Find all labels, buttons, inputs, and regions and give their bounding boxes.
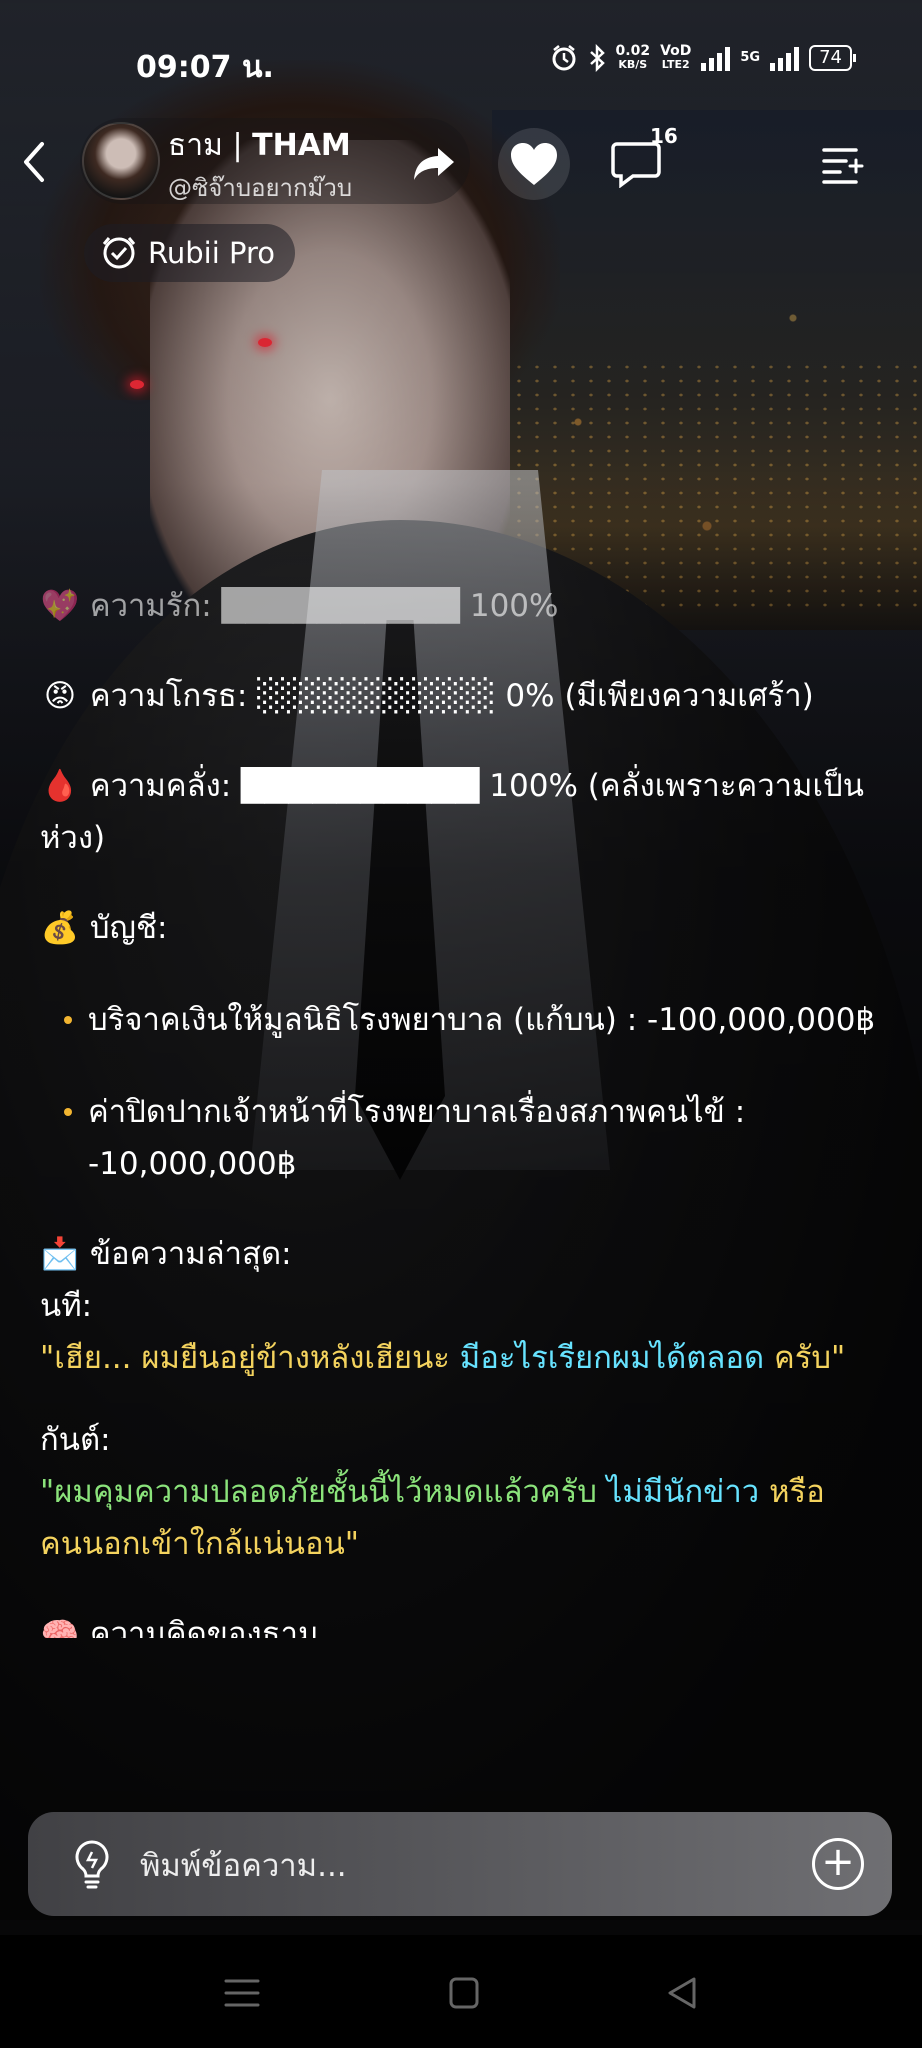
- lightbulb-icon[interactable]: [64, 1836, 120, 1892]
- thought-heading: 🧠 ความคิดของธาม: [40, 1608, 890, 1638]
- message-emoji: 📩: [40, 1236, 80, 1272]
- net-speed: 0.02 KB/S: [616, 44, 651, 72]
- obsession-label: ความคลั่ง:: [89, 768, 232, 804]
- net-speed-unit: KB/S: [618, 58, 648, 71]
- account-emoji: 💰: [40, 910, 80, 946]
- like-button[interactable]: [498, 128, 570, 200]
- chat-message: 💖 ความรัก: ██████████ 100% 😡 ความโกรธ: ░…: [40, 580, 890, 1638]
- anger-value: 0% (มีเพียงความเศร้า): [505, 678, 814, 714]
- account-item-text: ค่าปิดปากเจ้าหน้าที่โรงพยาบาลเรื่องสภาพค…: [88, 1094, 746, 1182]
- status-icons: 0.02 KB/S VoD LTE2 5G 74: [550, 44, 856, 72]
- battery-indicator: 74: [809, 45, 856, 71]
- heart-icon: [511, 143, 557, 185]
- net-speed-value: 0.02: [615, 43, 651, 59]
- system-navigation-bar: [0, 1935, 922, 2048]
- latest-message-heading: 📩 ข้อความล่าสุด:: [40, 1228, 890, 1280]
- anger-stat: 😡 ความโกรธ: ░░░░░░░░░░ 0% (มีเพียงความเศ…: [40, 670, 890, 722]
- back-arrow-icon: [24, 142, 44, 182]
- message-quote: "ผมคุมความปลอดภัยชั้นนี้ไว้หมดแล้วครับ: [40, 1474, 607, 1510]
- comment-count-badge: 16: [650, 124, 678, 148]
- anger-emoji: 😡: [43, 678, 77, 714]
- bullet-icon: [64, 1108, 72, 1116]
- signal-2-icon: [770, 45, 800, 71]
- anger-bar: ░░░░░░░░░░: [257, 678, 496, 714]
- obsession-stat: 🩸 ความคลั่ง: ██████████ 100% (คลั่งเพราะ…: [40, 760, 890, 864]
- bullet-icon: [64, 1016, 72, 1024]
- signal-1-icon: [701, 45, 731, 71]
- plus-icon[interactable]: +: [812, 1838, 864, 1890]
- account-item-text: บริจาคเงินให้มูลนิธิโรงพยาบาล (แก้บน) : …: [88, 1002, 876, 1038]
- back-button[interactable]: [18, 138, 58, 188]
- volte-indicator: VoD LTE2: [660, 44, 691, 72]
- status-bar: 09:07 น. 0.02 KB/S VoD LTE2 5G 74: [0, 40, 922, 85]
- share-icon: [414, 148, 454, 180]
- account-label: บัญชี:: [89, 910, 168, 946]
- message-quote-end: ครับ": [773, 1340, 846, 1376]
- character-name: ธาม | THAM: [168, 122, 351, 169]
- bluetooth-icon: [589, 44, 605, 72]
- menu-list-icon: [822, 148, 864, 184]
- share-button[interactable]: [404, 134, 464, 194]
- character-name-th: ธาม |: [168, 128, 253, 163]
- anger-label: ความโกรธ:: [89, 678, 248, 714]
- rubii-pro-label: Rubii Pro: [148, 236, 275, 270]
- network-type: 5G: [740, 50, 761, 65]
- obsession-emoji: 🩸: [40, 768, 80, 804]
- brain-emoji: 🧠: [40, 1616, 80, 1638]
- nav-menu-icon[interactable]: [222, 1975, 262, 2011]
- obsession-bar: ██████████: [241, 768, 480, 804]
- love-bar: ██████████: [221, 588, 460, 624]
- character-name-en: THAM: [252, 128, 351, 163]
- chat-header: ธาม | THAM @ซิจ๊าบอยากม๊วบ 16: [0, 118, 922, 208]
- status-time: 09:07 น.: [136, 50, 274, 85]
- message-quote-highlight: ไม่มีนักข่าว: [606, 1474, 760, 1510]
- thought-label: ความคิดของธาม: [89, 1616, 319, 1638]
- avatar[interactable]: [82, 122, 160, 200]
- message-input-bar[interactable]: พิมพ์ข้อความ... +: [28, 1812, 892, 1916]
- message-quote-highlight: มีอะไรเรียกผมได้ตลอด: [459, 1340, 765, 1376]
- list-item: บริจาคเงินให้มูลนิธิโรงพยาบาล (แก้บน) : …: [40, 994, 890, 1046]
- message-sender: กันต์:: [40, 1422, 111, 1458]
- message-sender: นที:: [40, 1288, 93, 1324]
- menu-button[interactable]: [812, 134, 872, 194]
- rubii-logo-icon: [102, 237, 136, 269]
- creator-handle[interactable]: @ซิจ๊าบอยากม๊วบ: [168, 168, 352, 207]
- latest-message-label: ข้อความล่าสุด:: [89, 1236, 292, 1272]
- alarm-icon: [552, 45, 576, 71]
- message-text: "เฮีย... ผมยืนอยู่ข้างหลังเฮียนะ มีอะไรเ…: [40, 1332, 890, 1384]
- love-emoji: 💖: [40, 588, 80, 624]
- rubii-pro-badge[interactable]: Rubii Pro: [84, 224, 295, 282]
- love-stat: 💖 ความรัก: ██████████ 100%: [40, 580, 890, 632]
- love-value: 100%: [469, 588, 559, 624]
- lte-label: LTE2: [661, 58, 690, 71]
- message-quote: "เฮีย... ผมยืนอยู่ข้างหลังเฮียนะ: [40, 1340, 460, 1376]
- volte-label: VoD: [660, 43, 692, 59]
- message-input[interactable]: พิมพ์ข้อความ...: [140, 1840, 347, 1890]
- message-text: "ผมคุมความปลอดภัยชั้นนี้ไว้หมดแล้วครับ ไ…: [40, 1466, 890, 1570]
- nav-back-icon[interactable]: [662, 1975, 702, 2011]
- list-item: ค่าปิดปากเจ้าหน้าที่โรงพยาบาลเรื่องสภาพค…: [40, 1086, 890, 1190]
- love-label: ความรัก:: [89, 588, 212, 624]
- nav-home-icon[interactable]: [444, 1975, 484, 2011]
- account-heading: 💰 บัญชี:: [40, 902, 890, 954]
